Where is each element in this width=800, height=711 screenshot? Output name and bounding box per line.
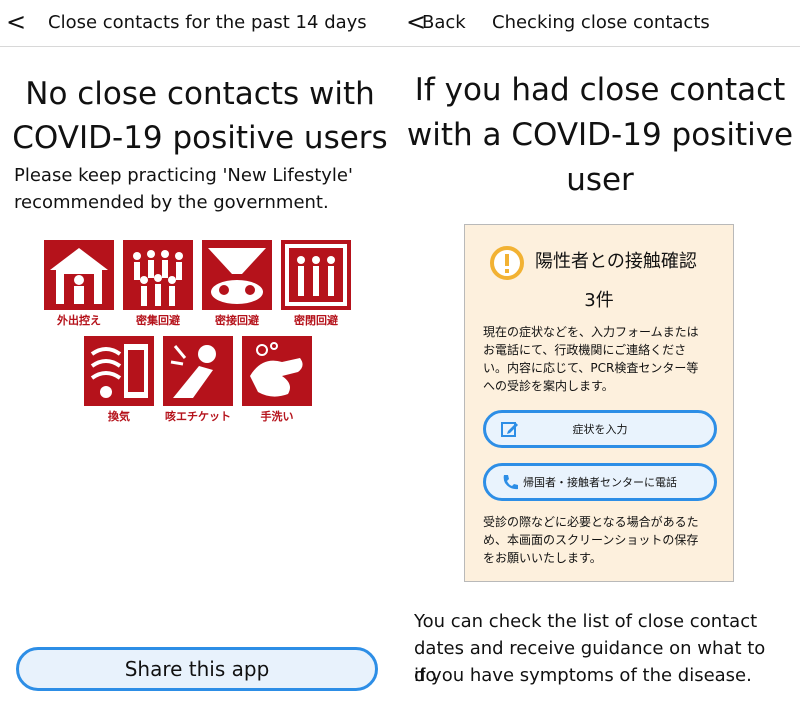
card-footer-line-2: め、本画面のスクリーンショットの保存: [483, 533, 699, 547]
enter-symptoms-label: 症状を入力: [572, 423, 628, 436]
card-instructions-line-4: への受診を案内します。: [483, 379, 614, 393]
card-instructions-line-1: 現在の症状などを、入力フォームまたは: [483, 325, 699, 339]
call-center-label: 帰国者・接触者センターに電話: [523, 476, 677, 489]
headline-line-2: COVID-19 positive users: [12, 120, 388, 156]
avoid-closed-spaces-icon: [281, 240, 351, 310]
back-button[interactable]: Back: [422, 12, 466, 34]
body-text-line-2: recommended by the government.: [14, 192, 329, 213]
nav-title: Checking close contacts: [492, 12, 710, 33]
body-text-line-1: Please keep practicing 'New Lifestyle': [14, 165, 353, 186]
contact-confirmation-card: 陽性者との接触確認 3件 現在の症状などを、入力フォームまたは お電話にて、行政…: [464, 224, 734, 582]
body-text-line-1: You can check the list of close contact: [414, 611, 758, 632]
card-title: 陽性者との接触確認: [535, 251, 697, 272]
avoid-crowds-icon: [123, 240, 193, 310]
nav-bar: < Back Checking close contacts: [400, 0, 800, 47]
nav-title: Close contacts for the past 14 days: [48, 12, 367, 33]
pictogram-label: 密集回避: [136, 314, 180, 327]
headline-line-2: with a COVID-19 positive: [406, 117, 794, 153]
card-instructions-line-3: い。内容に応じて、PCR検査センター等: [483, 361, 699, 375]
pictogram-label: 換気: [108, 410, 130, 423]
pictogram-label: 咳エチケット: [165, 410, 231, 423]
pictogram-label: 密接回避: [215, 314, 259, 327]
ventilation-icon: [84, 336, 154, 406]
cough-etiquette-icon: [163, 336, 233, 406]
share-app-button[interactable]: Share this app: [16, 647, 378, 691]
headline-line-1: No close contacts with: [25, 76, 375, 112]
left-screen: < Close contacts for the past 14 days No…: [0, 0, 400, 711]
card-footer-line-3: をお願いいたします。: [483, 551, 602, 565]
back-chevron-icon[interactable]: <: [6, 9, 26, 35]
call-center-button[interactable]: 帰国者・接触者センターに電話: [483, 463, 717, 501]
pictogram-label: 手洗い: [260, 410, 294, 423]
pictogram-label: 密閉回避: [294, 314, 338, 327]
avoid-close-contact-icon: [202, 240, 272, 310]
nav-bar: < Close contacts for the past 14 days: [0, 0, 400, 47]
card-footer-line-1: 受診の際などに必要となる場合があるた: [483, 515, 699, 529]
pictogram-label: 外出控え: [57, 314, 101, 327]
headline-line-3: user: [566, 162, 634, 198]
warning-icon: [490, 246, 524, 280]
hand-washing-icon: [242, 336, 312, 406]
body-text-line-3: if you have symptoms of the disease.: [414, 665, 752, 686]
headline-line-1: If you had close contact: [414, 72, 786, 108]
enter-symptoms-button[interactable]: 症状を入力: [483, 410, 717, 448]
card-instructions-line-2: お電話にて、行政機関にご連絡くださ: [483, 343, 687, 357]
new-lifestyle-pictograms: 外出控え 密集回避 密接回避 密閉回避 換気 咳エチケット 手洗い: [44, 240, 364, 430]
contact-count: 3件: [584, 290, 614, 311]
stay-home-icon: [44, 240, 114, 310]
